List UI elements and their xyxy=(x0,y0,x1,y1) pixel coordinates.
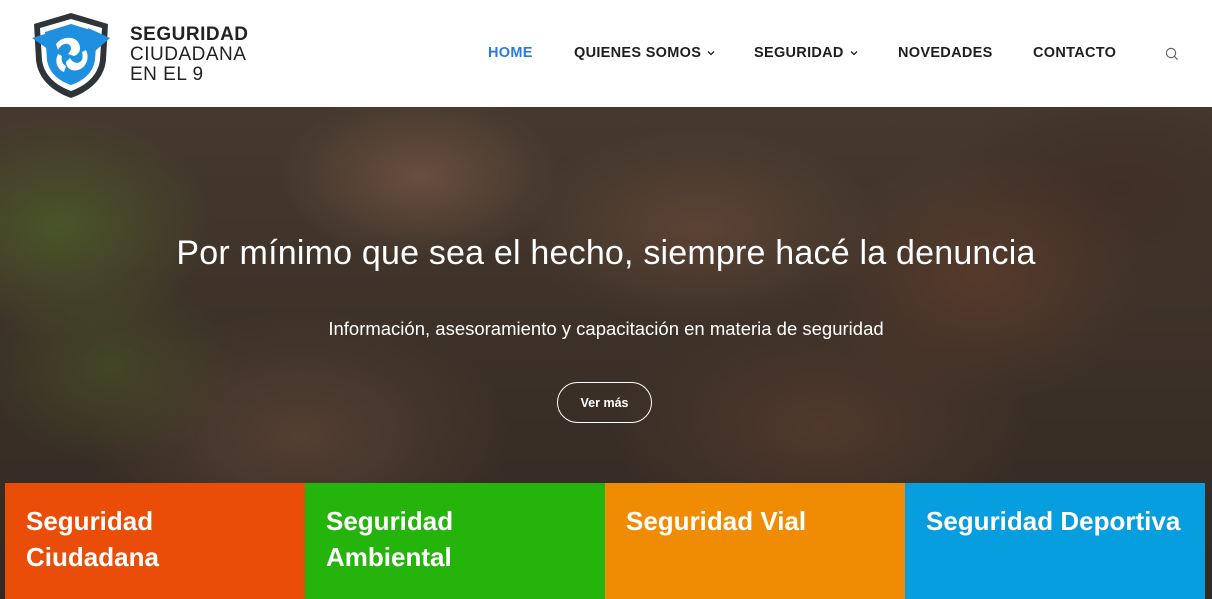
hero-title: Por mínimo que sea el hecho, siempre hac… xyxy=(176,234,1036,272)
card-seguridad-vial[interactable]: Seguridad Vial xyxy=(605,483,905,599)
card-title: Seguridad Ciudadana xyxy=(26,503,285,575)
search-icon[interactable] xyxy=(1164,46,1180,62)
logo-line-2: CIUDADANA xyxy=(130,44,247,65)
chevron-down-icon xyxy=(707,51,715,56)
card-seguridad-ambiental[interactable]: Seguridad Ambiental xyxy=(305,483,605,599)
hero-subtitle: Información, asesoramiento y capacitació… xyxy=(328,318,884,339)
nav-item-label: CONTACTO xyxy=(1033,45,1117,61)
ver-mas-button[interactable]: Ver más xyxy=(557,382,652,423)
card-title: Seguridad Vial xyxy=(626,503,885,539)
nav-item-label: SEGURIDAD xyxy=(754,45,844,61)
card-seguridad-deportiva[interactable]: Seguridad Deportiva xyxy=(905,483,1205,599)
site-logo[interactable]: SEGURIDAD CIUDADANA EN EL 9 xyxy=(28,10,268,100)
card-title: Seguridad Ambiental xyxy=(326,503,585,575)
nav-item-novedades[interactable]: NOVEDADES xyxy=(898,45,993,61)
logo-line-3: EN EL 9 xyxy=(130,64,204,85)
nav-item-quienes-somos[interactable]: QUIENES SOMOS xyxy=(574,45,715,61)
chevron-down-icon xyxy=(850,51,858,56)
card-title-line: Ciudadana xyxy=(26,542,159,572)
nav-item-label: HOME xyxy=(488,45,533,61)
card-title-line: Seguridad Vial xyxy=(626,506,807,536)
nav-item-label: QUIENES SOMOS xyxy=(574,45,702,61)
card-seguridad-ciudadana[interactable]: Seguridad Ciudadana xyxy=(5,483,305,599)
logo-text: SEGURIDAD CIUDADANA EN EL 9 xyxy=(130,25,249,85)
card-title-line: Ambiental xyxy=(326,542,452,572)
shield-hands-icon xyxy=(32,13,110,98)
card-title-line: Seguridad xyxy=(326,506,454,536)
nav-item-seguridad[interactable]: SEGURIDAD xyxy=(754,45,858,61)
card-title-line: Seguridad Deportiva xyxy=(926,506,1181,536)
logo-line-1: SEGURIDAD xyxy=(130,24,249,45)
nav-item-home[interactable]: HOME xyxy=(488,45,533,61)
site-header: SEGURIDAD CIUDADANA EN EL 9 HOME QUIENES… xyxy=(0,0,1212,107)
nav-item-label: NOVEDADES xyxy=(898,45,993,61)
card-title-line: Seguridad xyxy=(26,506,154,536)
nav-item-contacto[interactable]: CONTACTO xyxy=(1033,45,1116,61)
card-title: Seguridad Deportiva xyxy=(926,503,1185,539)
category-cards: Seguridad Ciudadana Seguridad Ambiental … xyxy=(5,483,1205,599)
